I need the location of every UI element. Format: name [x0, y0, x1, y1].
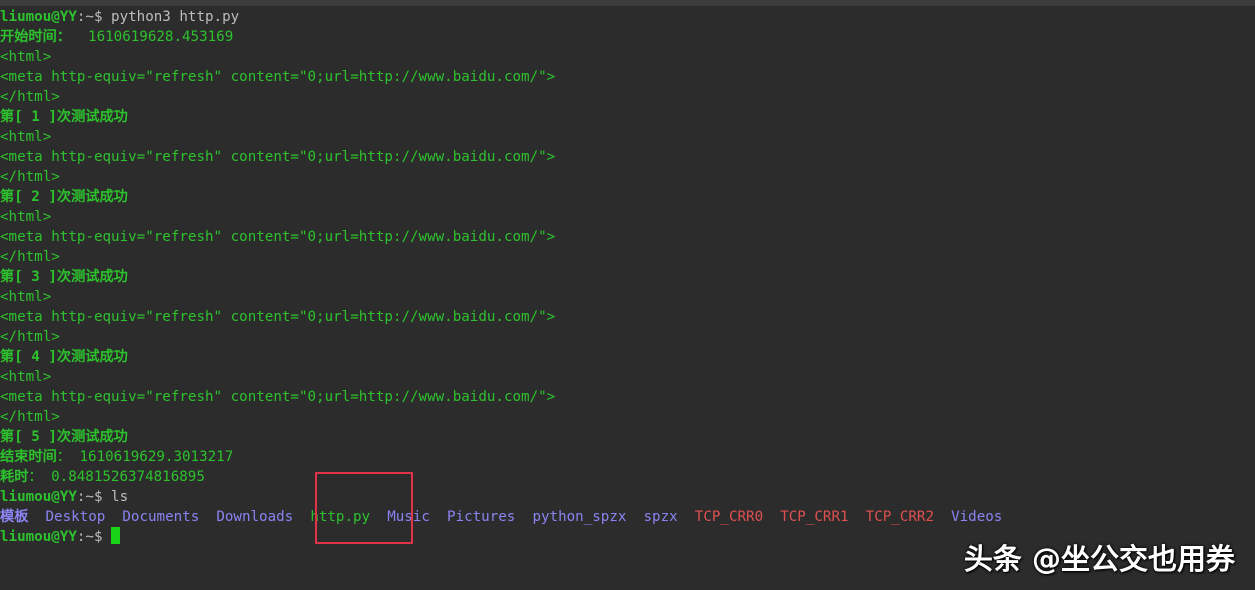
meta-line: <meta http-equiv="refresh" content="0;ur…	[0, 389, 556, 405]
end-time-value: ： 1610619629.3013217	[56, 449, 234, 465]
meta-line: <meta http-equiv="refresh" content="0;ur…	[0, 149, 556, 165]
prompt-line: liumou@YY:~$ ls	[0, 487, 1255, 507]
html-close: </html>	[0, 329, 60, 345]
html-open: <html>	[0, 209, 52, 225]
ls-entry: 模板	[0, 509, 29, 525]
start-time-line: 开始时间： 1610619628.453169	[0, 27, 1255, 47]
prompt-user: liumou@YY	[0, 489, 77, 505]
result-line: 第[ 1 ]次测试成功	[0, 109, 128, 125]
elapsed-label: 耗时	[0, 469, 29, 485]
html-close: </html>	[0, 169, 60, 185]
ls-entry: python_spzx	[532, 509, 627, 525]
result-line: 第[ 3 ]次测试成功	[0, 269, 128, 285]
prompt-sep: :~$	[76, 489, 112, 505]
prompt-user: liumou@YY	[0, 529, 77, 545]
ls-entry: Desktop	[45, 509, 106, 525]
html-close: </html>	[0, 409, 60, 425]
result-line: 第[ 5 ]次测试成功	[0, 429, 128, 445]
end-time-line: 结束时间： 1610619629.3013217	[0, 447, 1255, 467]
highlight-box	[315, 472, 413, 544]
meta-line: <meta http-equiv="refresh" content="0;ur…	[0, 69, 556, 85]
result-line: 第[ 4 ]次测试成功	[0, 349, 128, 365]
window-top-bar	[0, 0, 1255, 6]
ls-entry: Videos	[951, 509, 1003, 525]
prompt-sep: :~$	[76, 9, 112, 25]
ls-entry: TCP_CRR0	[694, 509, 764, 525]
terminal-cursor	[111, 527, 121, 544]
command-text: python3 http.py	[111, 9, 240, 25]
start-time-label: 开始时间：	[0, 29, 71, 45]
html-close: </html>	[0, 249, 60, 265]
meta-line: <meta http-equiv="refresh" content="0;ur…	[0, 309, 556, 325]
ls-entry: Downloads	[216, 509, 294, 525]
html-open: <html>	[0, 289, 52, 305]
ls-entry: TCP_CRR2	[865, 509, 934, 525]
terminal-output[interactable]: liumou@YY:~$ python3 http.py 开始时间： 16106…	[0, 7, 1255, 547]
elapsed-value: ： 0.8481526374816895	[28, 469, 205, 485]
meta-line: <meta http-equiv="refresh" content="0;ur…	[0, 229, 556, 245]
prompt-user: liumou@YY	[0, 9, 77, 25]
ls-entry: Pictures	[447, 509, 516, 525]
prompt-sep: :~$	[76, 529, 112, 545]
end-time-label: 结束时间	[0, 449, 57, 465]
html-open: <html>	[0, 129, 52, 145]
watermark: 头条 @坐公交也用券	[963, 542, 1235, 576]
prompt-line: liumou@YY:~$ python3 http.py	[0, 7, 1255, 27]
result-line: 第[ 2 ]次测试成功	[0, 189, 128, 205]
ls-entry: Documents	[122, 509, 200, 525]
html-close: </html>	[0, 89, 60, 105]
ls-entry: spzx	[643, 509, 678, 525]
html-open: <html>	[0, 369, 52, 385]
html-open: <html>	[0, 49, 52, 65]
command-text: ls	[111, 489, 129, 505]
start-time-value: 1610619628.453169	[70, 29, 234, 45]
elapsed-line: 耗时： 0.8481526374816895	[0, 467, 1255, 487]
ls-output: 模板 Desktop Documents Downloads http.py M…	[0, 507, 1255, 527]
ls-entry: TCP_CRR1	[780, 509, 849, 525]
